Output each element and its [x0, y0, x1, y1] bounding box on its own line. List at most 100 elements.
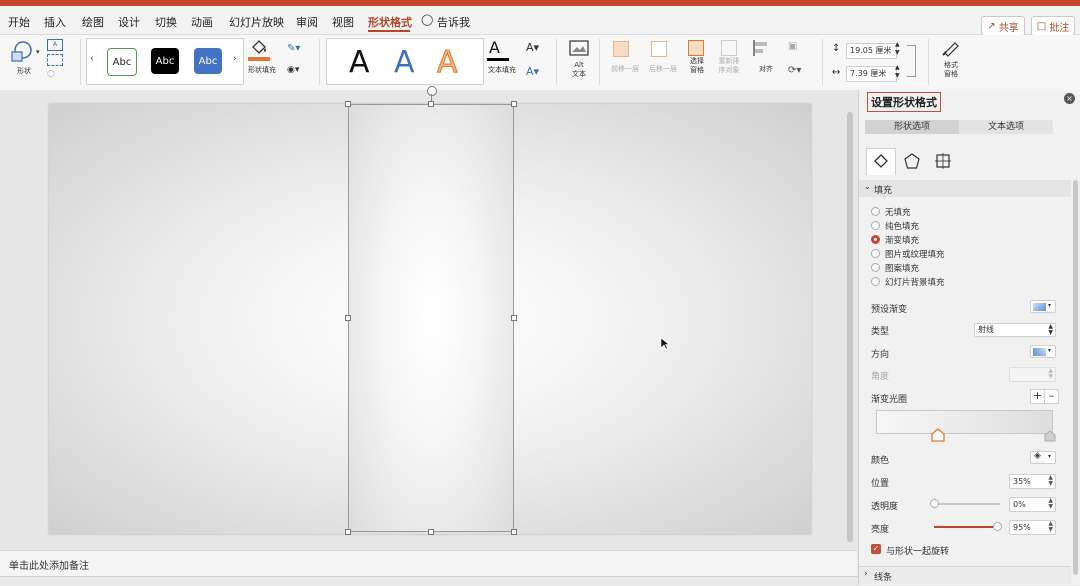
style-sample-outline[interactable]: Abc — [107, 48, 137, 76]
stop-color-picker[interactable]: ◈ ▾ — [1030, 451, 1056, 464]
resize-handle-bottom-left[interactable] — [345, 529, 351, 535]
size-properties-icon[interactable] — [935, 153, 951, 169]
gradient-stops-bar[interactable] — [876, 410, 1053, 434]
rotate-with-shape-label: 与形状一起旋转 — [886, 547, 950, 557]
comments-button[interactable]: □ 批注 — [1031, 16, 1075, 36]
tab-text-options[interactable]: 文本选项 — [959, 120, 1053, 134]
format-pane-button[interactable]: 格式 窗格 — [936, 39, 966, 83]
selected-rectangle-shape[interactable] — [348, 104, 514, 532]
shape-width-input[interactable]: 7.39 厘米 — [846, 66, 897, 82]
selection-pane-button[interactable]: 选择 窗格 — [683, 39, 711, 83]
radio-pattern-fill[interactable] — [871, 263, 880, 272]
share-button[interactable]: ↗ 共享 — [981, 16, 1025, 36]
transparency-slider-thumb[interactable] — [930, 499, 939, 508]
notes-placeholder: 单击此处添加备注 — [9, 561, 89, 572]
edit-shape-icon[interactable]: A — [47, 39, 63, 51]
slide-canvas[interactable] — [49, 86, 811, 535]
gradient-stop-handle[interactable] — [1044, 430, 1056, 442]
close-icon[interactable]: × — [1064, 93, 1075, 104]
tab-review[interactable]: 审阅 — [296, 14, 318, 30]
transparency-slider-track[interactable] — [930, 499, 1000, 508]
tab-home[interactable]: 开始 — [8, 14, 30, 30]
type-label: 类型 — [871, 327, 890, 337]
merge-shapes-icon[interactable]: ○ — [47, 69, 61, 79]
shape-height-input[interactable]: 19.05 厘米 — [846, 43, 897, 59]
resize-handle-right[interactable] — [511, 315, 517, 321]
wordart-sample-orange[interactable]: A — [437, 45, 459, 81]
tab-design[interactable]: 设计 — [118, 14, 140, 30]
text-fill-button[interactable]: A 文本填充 — [485, 38, 521, 84]
shape-effects-icon[interactable]: ◉▾ — [287, 65, 307, 75]
transparency-input[interactable]: 0% ▲ ▼ — [1009, 497, 1056, 512]
width-stepper[interactable]: ▲ ▼ — [895, 64, 900, 80]
tell-me-search[interactable]: 告诉我 — [437, 14, 470, 30]
wordart-sample-blue[interactable]: A — [394, 45, 415, 81]
brightness-input[interactable]: 95% ▲ ▼ — [1009, 520, 1056, 535]
rotation-handle[interactable] — [427, 86, 437, 96]
resize-handle-top[interactable] — [428, 101, 434, 107]
tab-insert[interactable]: 插入 — [44, 14, 66, 30]
radio-no-fill[interactable] — [871, 207, 880, 216]
resize-handle-bottom-right[interactable] — [511, 529, 517, 535]
direction-dropdown[interactable]: ▾ — [1030, 345, 1056, 358]
chevron-down-icon: ▾ — [1048, 302, 1052, 309]
resize-handle-bottom[interactable] — [428, 529, 434, 535]
radio-picture-texture-fill[interactable] — [871, 249, 880, 258]
brightness-slider-track[interactable] — [934, 522, 1002, 531]
height-stepper[interactable]: ▲ ▼ — [895, 41, 900, 57]
shapes-icon — [11, 41, 32, 62]
chevron-left-icon[interactable]: ‹ — [90, 54, 94, 64]
text-effects-icon[interactable]: A▾ — [526, 65, 546, 78]
tab-shape-options[interactable]: 形状选项 — [865, 120, 959, 134]
tab-slideshow[interactable]: 幻灯片放映 — [229, 14, 284, 30]
fill-section-header[interactable]: ⌄ 填充 — [859, 180, 1071, 197]
position-input[interactable]: 35% ▲ ▼ — [1009, 474, 1056, 489]
preset-gradient-dropdown[interactable]: ▾ — [1030, 300, 1056, 313]
resize-handle-top-right[interactable] — [511, 101, 517, 107]
transparency-stepper[interactable]: ▲ ▼ — [1048, 498, 1053, 510]
group-icon[interactable]: ▣ — [788, 41, 804, 53]
style-sample-blue[interactable]: Abc — [194, 48, 222, 74]
draw-textbox-icon[interactable] — [47, 54, 63, 66]
bring-forward-button[interactable]: 前移一层 — [607, 39, 643, 83]
tab-transitions[interactable]: 切换 — [155, 14, 177, 30]
brightness-slider-thumb[interactable] — [993, 522, 1002, 531]
reorder-objects-button[interactable]: 重新排 序对象 — [713, 39, 745, 83]
shape-fill-button[interactable]: 形状填充 — [246, 38, 282, 84]
wordart-sample-black[interactable]: A — [349, 45, 370, 81]
rotate-icon[interactable]: ⟳▾ — [788, 65, 810, 77]
add-stop-button[interactable]: + — [1030, 389, 1045, 404]
lock-aspect-ratio-icon[interactable] — [907, 45, 916, 77]
radio-gradient-fill[interactable] — [871, 235, 880, 244]
rotate-with-shape-checkbox[interactable]: ✓ — [871, 544, 881, 554]
paint-bucket-icon: ◈ — [1034, 451, 1041, 461]
resize-handle-top-left[interactable] — [345, 101, 351, 107]
gradient-stop-handle-selected[interactable] — [931, 428, 945, 442]
brightness-stepper[interactable]: ▲ ▼ — [1048, 521, 1053, 533]
chevron-right-icon[interactable]: › — [233, 54, 237, 64]
fill-line-tab[interactable] — [866, 148, 896, 175]
tab-animations[interactable]: 动画 — [191, 14, 213, 30]
tab-shape-format[interactable]: 形状格式 — [368, 14, 412, 30]
tab-draw[interactable]: 绘图 — [82, 14, 104, 30]
send-backward-button[interactable]: 后移一层 — [645, 39, 681, 83]
align-button[interactable]: 对齐 — [750, 39, 782, 83]
alt-text-button[interactable]: Alt 文本 — [564, 39, 594, 83]
insert-shape-button[interactable]: ▾ 形状 — [8, 39, 40, 79]
notes-pane[interactable]: 单击此处添加备注 — [0, 550, 857, 576]
pane-scrollbar[interactable] — [1073, 180, 1078, 575]
style-sample-dark[interactable]: Abc — [151, 48, 179, 74]
radio-solid-fill[interactable] — [871, 221, 880, 230]
gradient-type-select[interactable]: 射线 ▲ ▼ — [974, 323, 1056, 337]
reorder-objects-label: 重新排 序对象 — [718, 57, 740, 74]
shape-outline-icon[interactable]: ✎▾ — [287, 43, 307, 54]
slide-vertical-scrollbar[interactable] — [847, 112, 853, 542]
radio-slide-background-fill[interactable] — [871, 277, 880, 286]
text-outline-icon[interactable]: A▾ — [526, 41, 546, 54]
tab-view[interactable]: 视图 — [332, 14, 354, 30]
pentagon-icon[interactable] — [904, 153, 920, 169]
position-stepper[interactable]: ▲ ▼ — [1048, 475, 1053, 487]
resize-handle-left[interactable] — [345, 315, 351, 321]
remove-stop-button[interactable]: – — [1044, 389, 1059, 404]
line-section-header[interactable]: › 线条 — [859, 566, 1071, 584]
